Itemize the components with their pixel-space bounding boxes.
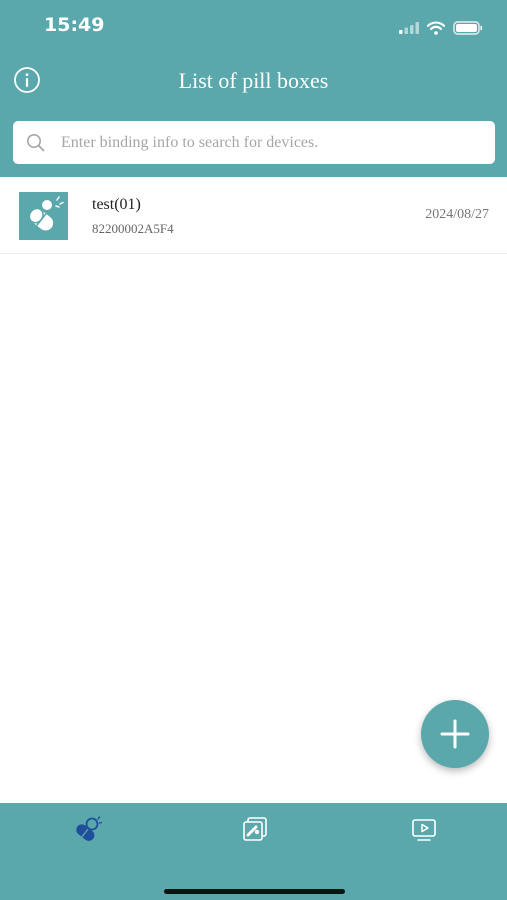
wifi-icon bbox=[427, 21, 445, 35]
device-list-item[interactable]: test(01) 82200002A5F4 2024/08/27 bbox=[0, 177, 507, 254]
cellular-signal-icon bbox=[399, 22, 419, 34]
search-input[interactable] bbox=[61, 121, 481, 164]
search-box bbox=[13, 121, 495, 164]
tab-pill-boxes[interactable] bbox=[66, 811, 106, 851]
device-date: 2024/08/27 bbox=[425, 207, 489, 222]
tab-bar bbox=[0, 803, 507, 900]
device-id: 82200002A5F4 bbox=[92, 221, 174, 236]
pill-icon bbox=[28, 196, 64, 231]
device-thumbnail bbox=[19, 192, 68, 240]
add-device-button[interactable] bbox=[421, 700, 489, 768]
tab-videos[interactable] bbox=[404, 811, 444, 851]
device-name: test(01) bbox=[92, 196, 141, 213]
pill-box-icon bbox=[76, 816, 102, 841]
header: 15:49 List of pill boxes Enter binding i… bbox=[0, 0, 507, 177]
battery-icon bbox=[453, 21, 483, 35]
video-icon bbox=[412, 819, 436, 841]
home-indicator bbox=[164, 889, 345, 894]
status-icons bbox=[399, 18, 483, 38]
medication-record-icon bbox=[243, 817, 267, 841]
status-bar: 15:49 bbox=[0, 0, 507, 56]
page-title: List of pill boxes bbox=[178, 68, 329, 93]
status-time: 15:49 bbox=[44, 14, 105, 36]
plus-icon bbox=[440, 719, 470, 749]
search-icon bbox=[27, 134, 45, 152]
tab-medication-records[interactable] bbox=[236, 811, 276, 851]
